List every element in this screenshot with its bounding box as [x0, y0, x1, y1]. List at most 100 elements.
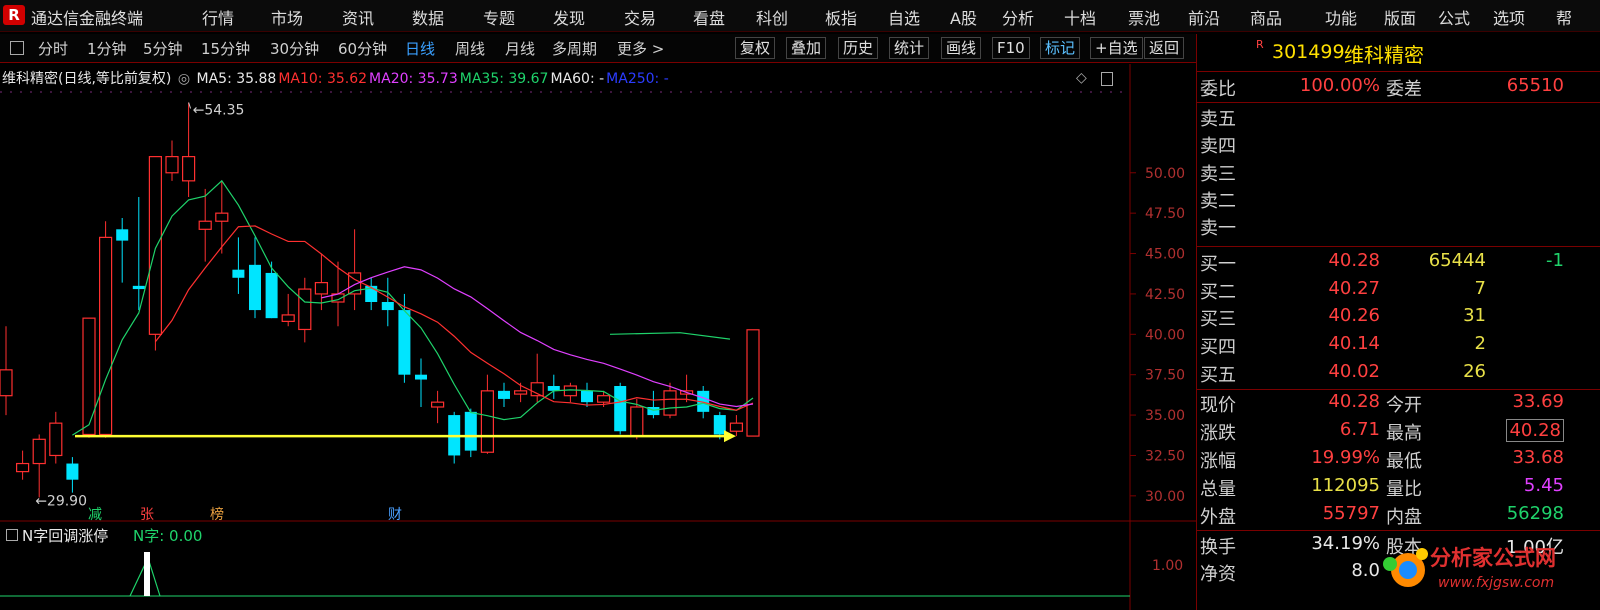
toolbar-button-0[interactable]: 复权 — [735, 37, 776, 59]
menu-item-21[interactable]: 帮 — [1556, 5, 1572, 29]
menu-item-4[interactable]: 专题 — [483, 5, 515, 29]
period-tab-3[interactable]: 15分钟 — [201, 38, 250, 59]
menu-item-1[interactable]: 市场 — [271, 5, 303, 29]
toolbar-button-7[interactable]: +自选 — [1090, 37, 1143, 59]
stock-code: 301499 — [1272, 41, 1345, 63]
diamond-icon[interactable]: ◇ — [1076, 70, 1087, 86]
quote-header: R 301499 维科精密 — [1196, 34, 1600, 72]
candle-body — [729, 422, 744, 432]
price-label: 45.00 — [1145, 247, 1185, 263]
indicator-value: N字: 0.00 — [133, 527, 203, 545]
menu-item-18[interactable]: 版面 — [1384, 5, 1416, 29]
indicator-bar — [144, 552, 150, 596]
menu-item-10[interactable]: 自选 — [888, 5, 920, 29]
candle-body — [16, 462, 30, 473]
candle-body — [614, 386, 627, 432]
toolbar-button-8[interactable]: 返回 — [1144, 37, 1185, 59]
buy-level-label-0: 买一 — [1200, 254, 1236, 275]
chart-title: 维科精密(日线,等比前复权) — [2, 71, 172, 87]
menu-item-8[interactable]: 科创 — [756, 5, 788, 29]
ma-label-2: MA20: 35.73 — [369, 71, 458, 87]
app-logo-icon: R — [3, 5, 25, 25]
menu-item-9[interactable]: 板指 — [825, 5, 857, 29]
menu-item-13[interactable]: 十档 — [1064, 5, 1096, 29]
period-tab-2[interactable]: 5分钟 — [143, 38, 183, 59]
menu-item-19[interactable]: 公式 — [1438, 5, 1470, 29]
period-tab-4[interactable]: 30分钟 — [270, 38, 319, 59]
candle-body — [249, 264, 261, 311]
menu-item-17[interactable]: 功能 — [1325, 5, 1357, 29]
stat-left-label-5: 换手 — [1200, 537, 1236, 558]
buy-volume-0: 65444 — [1428, 250, 1486, 271]
indicator-close-icon[interactable] — [6, 529, 18, 541]
maximize-icon[interactable] — [1101, 72, 1113, 86]
menu-item-20[interactable]: 选项 — [1493, 5, 1525, 29]
menu-item-12[interactable]: 分析 — [1002, 5, 1034, 29]
buy-change-0: -1 — [1546, 250, 1564, 271]
price-label: 50.00 — [1145, 166, 1185, 182]
menu-item-11[interactable]: A股 — [950, 5, 977, 29]
toolbar-button-2[interactable]: 历史 — [838, 37, 879, 59]
stat-right-value-1: 40.28 — [1506, 419, 1564, 442]
r-badge: R — [1256, 38, 1264, 51]
stat-left-value-4: 55797 — [1322, 503, 1380, 524]
dropdown-icon[interactable]: ◎ — [178, 71, 190, 87]
ma-label-5: MA250: - — [606, 71, 669, 87]
candle-body — [464, 411, 477, 451]
menu-item-14[interactable]: 票池 — [1128, 5, 1160, 29]
sell-level-1: 卖四 — [1200, 136, 1236, 157]
sell-level-4: 卖一 — [1200, 218, 1236, 239]
candle-body — [0, 369, 13, 397]
menu-item-6[interactable]: 交易 — [624, 5, 656, 29]
toolbar-button-6[interactable]: 标记 — [1040, 37, 1081, 59]
menu-item-3[interactable]: 数据 — [412, 5, 444, 29]
menu-item-15[interactable]: 前沿 — [1188, 5, 1220, 29]
toolbar-button-1[interactable]: 叠加 — [786, 37, 827, 59]
watermark-url: www.fxjgsw.com — [1438, 575, 1554, 591]
candle-body — [265, 272, 278, 319]
candle-body — [232, 269, 245, 278]
candle-body — [581, 390, 593, 403]
stat-left-value-3: 112095 — [1311, 475, 1380, 496]
stat-left-label-2: 涨幅 — [1200, 451, 1236, 472]
event-tag-2[interactable]: 榜 — [210, 506, 224, 523]
period-tab-0[interactable]: 分时 — [38, 38, 68, 59]
high-label: ←54.35 — [193, 103, 245, 119]
period-tab-10[interactable]: 更多 > — [617, 38, 664, 59]
quote-sep-1 — [1196, 102, 1600, 103]
stat-left-label-6: 净资 — [1200, 564, 1236, 585]
menu-item-16[interactable]: 商品 — [1250, 5, 1282, 29]
menu-item-2[interactable]: 资讯 — [342, 5, 374, 29]
buy-price-1: 40.27 — [1328, 278, 1380, 299]
menu-item-0[interactable]: 行情 — [202, 5, 234, 29]
price-label: 40.00 — [1145, 327, 1185, 343]
period-tab-6[interactable]: 日线 — [405, 38, 435, 59]
candle-body — [746, 329, 760, 437]
period-tab-5[interactable]: 60分钟 — [338, 38, 387, 59]
stat-left-value-0: 40.28 — [1328, 391, 1380, 412]
panel-close-icon[interactable] — [10, 41, 24, 55]
menu-item-5[interactable]: 发现 — [553, 5, 585, 29]
quote-sep-2 — [1196, 246, 1600, 247]
price-label: 37.50 — [1145, 368, 1185, 384]
ma-label-3: MA35: 39.67 — [459, 71, 549, 87]
webi-label: 委比 — [1200, 79, 1236, 100]
toolbar-button-4[interactable]: 画线 — [941, 37, 982, 59]
period-tab-7[interactable]: 周线 — [455, 38, 485, 59]
period-tab-1[interactable]: 1分钟 — [87, 38, 127, 59]
ma35-line — [609, 332, 731, 340]
toolbar-button-5[interactable]: F10 — [992, 37, 1030, 59]
candle-body — [314, 282, 328, 295]
candle-body — [49, 422, 63, 457]
menu-item-7[interactable]: 看盘 — [693, 5, 725, 29]
candle-body — [513, 390, 528, 395]
period-tab-8[interactable]: 月线 — [505, 38, 535, 59]
support-arrow — [724, 430, 736, 443]
stat-left-value-6: 8.0 — [1351, 560, 1380, 581]
period-tab-9[interactable]: 多周期 — [552, 38, 597, 59]
toolbar-button-3[interactable]: 统计 — [889, 37, 930, 59]
sell-level-2: 卖三 — [1200, 164, 1236, 185]
sell-level-3: 卖二 — [1200, 191, 1236, 212]
ma5-line — [72, 179, 754, 436]
ma-label-4: MA60: - — [550, 71, 605, 87]
